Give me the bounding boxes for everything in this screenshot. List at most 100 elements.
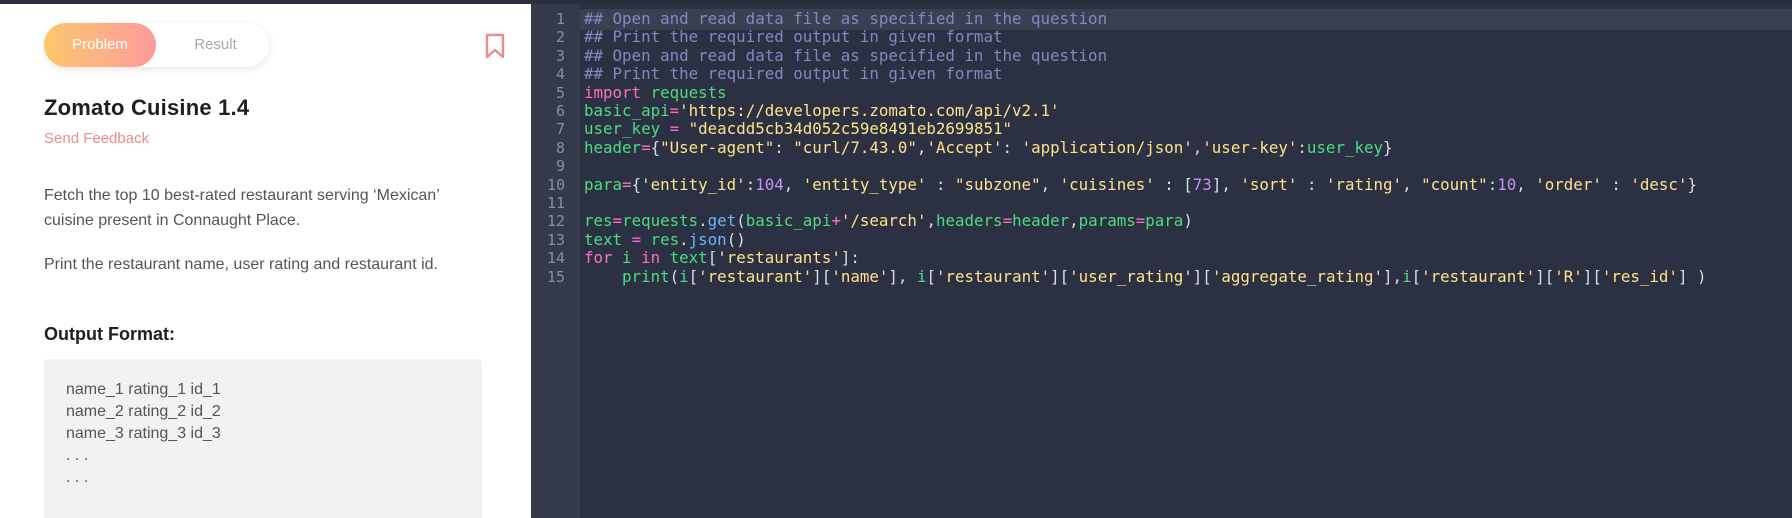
code-line: import requests [584,83,727,102]
code-token: 'entity_id' [641,174,746,194]
code-token: = [631,229,642,249]
code-token: = [622,174,632,194]
code-token: "curl/7.43.0" [793,137,917,157]
line-number: 8 [555,138,565,157]
tab-problem[interactable]: Problem [44,23,156,67]
problem-panel: Problem Result Zomato Cuisine 1.4 Send F… [0,4,531,518]
code-token: ]: [840,248,860,268]
code-line: ## Open and read data file as specified … [584,9,1107,28]
code-token: ] ) [1677,266,1707,286]
line-number: 3 [555,46,565,65]
code-token: 'entity_type' [802,174,927,194]
line-number: 10 [546,175,565,194]
code-token: = [1002,211,1013,231]
code-token: para [1145,211,1184,231]
output-line: . . . [66,469,89,486]
code-line: text = res.json() [584,230,746,249]
code-line: print(i['restaurant']['name'], i['restau… [584,267,1706,286]
code-line: ## Open and read data file as specified … [584,46,1107,65]
line-number: 9 [555,157,565,176]
output-line: name_3 rating_3 id_3 [66,425,221,442]
tab-result[interactable]: Result [162,23,269,67]
code-line: ## Print the required output in given fo… [584,64,1002,83]
code-token: ], [1211,174,1241,194]
line-number: 15 [546,267,565,286]
code-token: . [698,211,708,231]
code-token: i [612,248,642,268]
code-token: import [584,82,642,102]
code-token: ][ [1535,266,1555,286]
line-number: 13 [546,230,565,249]
line-number-gutter: 1 2 3 4 5 6 7 8 9 10 11 12 13 14 15 [531,4,580,518]
code-token: json [688,229,727,249]
line-number: 5 [555,83,565,102]
code-token: } [1383,137,1393,157]
code-token: text [584,229,632,249]
code-token: ## Open and read data file as specified … [584,9,1108,28]
code-token: basic_api [745,211,832,231]
send-feedback-link[interactable]: Send Feedback [44,130,149,147]
code-token: ( [736,211,746,231]
problem-instruction: Print the restaurant name, user rating a… [44,256,438,273]
code-token: ][ [1582,266,1602,286]
code-token: = [669,101,680,120]
code-token: : [1297,137,1307,157]
code-token: , [1040,174,1060,194]
line-number: 11 [546,194,565,212]
code-token: 'rating' [1325,174,1403,194]
code-editor[interactable]: 1 2 3 4 5 6 7 8 9 10 11 12 13 14 15 ## Open and read d… [531,4,1792,518]
code-line: ## Print the required output in given fo… [584,27,1002,46]
code-token: 'application/json' [1021,137,1193,157]
code-token: user_key [1306,137,1383,157]
problem-result-toggle: Problem Result [44,23,269,67]
code-token: ][ [1050,266,1070,286]
bookmark-icon[interactable] [484,33,506,59]
code-token: [ [688,266,699,286]
code-line: for i in text['restaurants']: [584,248,860,267]
problem-description: Fetch the top 10 best-rated restaurant s… [44,187,440,229]
code-token: 'name' [831,266,889,286]
code-token: 104 [755,174,784,194]
code-token: : [1002,137,1022,157]
line-number: 2 [555,28,565,47]
code-token: ], [888,266,917,286]
code-token: params [1078,211,1136,231]
code-token: 'restaurant' [1421,266,1536,286]
code-token: "subzone" [954,174,1041,194]
code-token: , [783,174,803,194]
code-token: 'sort' [1240,174,1298,194]
code-token: 'order' [1535,174,1602,194]
code-token: i [679,266,689,286]
code-line: basic_api='https://developers.zomato.com… [584,101,1060,120]
code-token: ], [1383,266,1403,286]
code-token: , [1192,137,1203,157]
code-line: para={'entity_id': 104, 'entity_type' : "… [584,175,1697,194]
code-token: 'R' [1554,266,1583,286]
code-line: header={"User-agent": "curl/7.43.0",'Acc… [584,138,1393,157]
problem-title: Zomato Cuisine 1.4 [44,95,250,120]
code-token: for [584,248,613,268]
output-format-box: name_1 rating_1 id_1 name_2 rating_2 id_… [44,359,482,518]
code-token: i [1402,266,1412,286]
code-token: 10 [1497,174,1517,194]
code-token: : [926,174,955,194]
code-token: 'desc' [1630,174,1688,194]
code-token: para [584,174,623,194]
code-token: , [1069,211,1079,231]
line-number: 7 [555,120,565,139]
code-token: 'restaurant' [935,266,1051,286]
code-token: header [1012,211,1070,231]
code-token: : [1601,174,1631,194]
code-token: : [1487,174,1498,194]
code-token: [ [1411,266,1422,286]
code-line: res=requests.get(basic_api+'/search',hea… [584,211,1193,230]
code-token: "deacdd5cb34d052c59e8491eb2699851" [679,119,1012,139]
line-number: 12 [546,212,565,231]
code-token: { [631,174,642,194]
line-number: 1 [555,10,565,28]
code-token: text [660,248,708,268]
code-token: [ [707,248,718,268]
code-token: 'https://developers.zomato.com/api/v2.1' [679,101,1060,120]
code-token: 'Accept' [926,137,1003,157]
code-token: { [650,137,661,157]
